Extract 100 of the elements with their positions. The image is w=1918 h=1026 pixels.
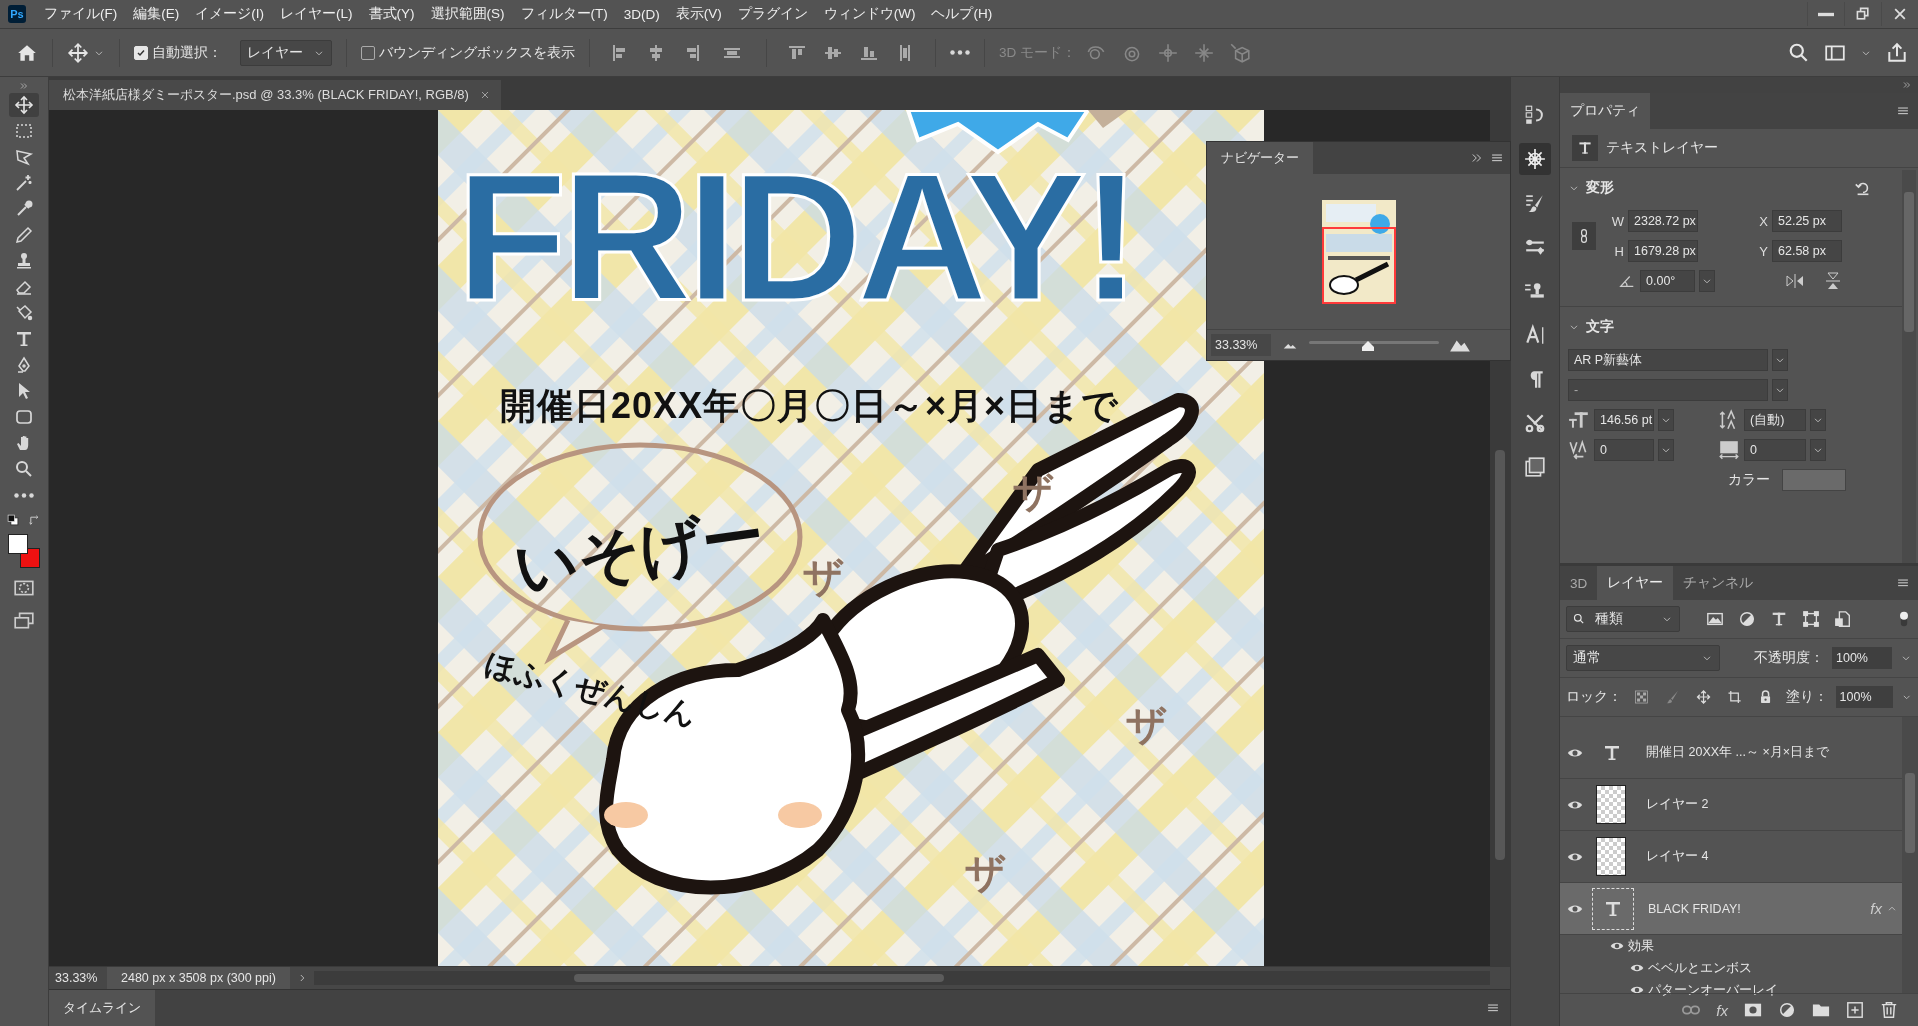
tracking-icon bbox=[1718, 439, 1740, 461]
document-tab[interactable]: 松本洋紙店様ダミーポスター.psd @ 33.3% (BLACK FRIDAY!, RGB/8) bbox=[49, 80, 501, 110]
layer-name: レイヤー 2 bbox=[1646, 796, 1709, 813]
properties-scrollbar[interactable] bbox=[1902, 170, 1916, 563]
fill-field[interactable]: 100% bbox=[1835, 686, 1893, 708]
panel-tab[interactable]: プロパティ bbox=[1560, 93, 1650, 129]
font-style-dropdown[interactable]: - bbox=[1568, 379, 1768, 401]
kerning-field[interactable]: 0 bbox=[1594, 439, 1654, 461]
leading-field[interactable]: (自動) bbox=[1744, 409, 1806, 431]
menu-item[interactable]: 表示(V) bbox=[667, 5, 730, 23]
menu-item[interactable]: イメージ(I) bbox=[187, 5, 272, 23]
default-colors-icon[interactable] bbox=[6, 513, 20, 527]
layers-scrollbar[interactable] bbox=[1902, 717, 1918, 993]
lock-icon[interactable] bbox=[1696, 689, 1712, 705]
effect-name[interactable]: ベベルとエンボス bbox=[1648, 959, 1752, 977]
new-icon[interactable] bbox=[1846, 1001, 1864, 1019]
checkmark-icon bbox=[136, 47, 146, 58]
tracking-field[interactable]: 0 bbox=[1744, 439, 1806, 461]
move-tool-button[interactable] bbox=[9, 93, 39, 117]
rounded-rectangle-icon bbox=[14, 407, 34, 427]
auto-select-checkbox[interactable] bbox=[134, 45, 148, 60]
helm-panel-button[interactable] bbox=[1519, 143, 1551, 175]
font-size-icon bbox=[1568, 409, 1590, 431]
menu-item[interactable]: 編集(E) bbox=[125, 5, 188, 23]
adjustment-icon[interactable] bbox=[1778, 1001, 1796, 1019]
lock-icon[interactable] bbox=[1727, 689, 1743, 705]
panel-tab[interactable]: レイヤー bbox=[1597, 566, 1674, 600]
layer-thumbnail bbox=[1596, 785, 1626, 824]
color-swatch[interactable] bbox=[1782, 469, 1846, 491]
layer-row[interactable]: 開催日 20XX年 ...～ ×月×日まで bbox=[1560, 727, 1902, 779]
mask-icon[interactable] bbox=[1744, 1001, 1762, 1019]
menu-item[interactable]: プラグイン bbox=[729, 5, 816, 23]
value-field[interactable]: 62.58 px bbox=[1772, 240, 1842, 262]
field-label: H bbox=[1613, 243, 1624, 259]
bucket-icon bbox=[14, 303, 34, 323]
menu-item[interactable]: 書式(Y) bbox=[360, 5, 423, 23]
panel-tab[interactable]: チャンネル bbox=[1673, 566, 1764, 600]
target-dropdown[interactable]: レイヤー bbox=[240, 39, 332, 66]
menu-item[interactable]: 選択範囲(S) bbox=[422, 5, 513, 23]
more-icon[interactable] bbox=[950, 50, 970, 55]
history-icon bbox=[1524, 104, 1546, 126]
section-title[interactable]: 文字 bbox=[1586, 318, 1614, 336]
field-label: X bbox=[1758, 213, 1768, 229]
text-icon bbox=[1577, 140, 1593, 156]
checkbox-label: バウンディングボックスを表示 bbox=[379, 43, 575, 62]
slider-thumb[interactable] bbox=[1361, 341, 1374, 351]
type-tool-icon bbox=[14, 329, 34, 349]
filter-icon[interactable] bbox=[1802, 610, 1820, 628]
filter-icon[interactable] bbox=[1834, 610, 1852, 628]
menu-item[interactable]: フィルター(T) bbox=[512, 5, 616, 23]
value-field[interactable]: 52.25 px bbox=[1772, 210, 1842, 232]
layer-filter-dropdown[interactable]: 種類 bbox=[1566, 606, 1680, 632]
color-swatches-icon[interactable] bbox=[7, 533, 41, 569]
share-icon[interactable] bbox=[1886, 41, 1908, 64]
search-icon[interactable] bbox=[1788, 41, 1810, 64]
fx-label: fx bbox=[1870, 900, 1882, 917]
layer-row[interactable]: BLACK FRIDAY! fx bbox=[1560, 883, 1902, 935]
opacity-field[interactable]: 100% bbox=[1832, 647, 1892, 669]
flip-horizontal-icon[interactable] bbox=[1785, 271, 1805, 291]
stamp-icon bbox=[14, 251, 34, 271]
trash-icon[interactable] bbox=[1880, 1001, 1898, 1019]
value-field[interactable]: 1679.28 px bbox=[1628, 240, 1698, 262]
panel-tab[interactable]: 3D bbox=[1560, 566, 1598, 600]
zoom-text: 33.33% bbox=[54, 971, 99, 985]
layer-name: 開催日 20XX年 ...～ ×月×日まで bbox=[1646, 744, 1829, 761]
close-icon bbox=[1892, 6, 1908, 22]
flip-vertical-icon[interactable] bbox=[1823, 271, 1843, 291]
menu-item[interactable]: ヘルプ(H) bbox=[923, 5, 1001, 23]
layer-row[interactable]: レイヤー 2 bbox=[1560, 779, 1902, 831]
blend-mode-dropdown[interactable]: 通常 bbox=[1566, 645, 1720, 671]
section-title[interactable]: 変形 bbox=[1586, 179, 1614, 197]
filter-icon[interactable] bbox=[1770, 610, 1788, 628]
bounding-box-checkbox[interactable] bbox=[361, 45, 375, 60]
value-field[interactable]: 2328.72 px bbox=[1628, 210, 1698, 232]
fill-label: 塗り： bbox=[1785, 688, 1828, 706]
restore-icon bbox=[1855, 6, 1871, 22]
color-label: カラー bbox=[1728, 471, 1770, 489]
font-size-field[interactable]: 146.56 pt bbox=[1594, 409, 1654, 431]
filter-icon[interactable] bbox=[1706, 610, 1724, 628]
marquee-icon bbox=[14, 121, 34, 141]
lasso-icon bbox=[14, 147, 34, 167]
caption-text: ほふくぜんしん bbox=[480, 646, 701, 734]
menu-item[interactable]: 3D(D) bbox=[615, 6, 668, 22]
angle-field[interactable]: 0.00° bbox=[1640, 270, 1695, 292]
add-style-button[interactable]: fx bbox=[1716, 1001, 1728, 1019]
panel-tab[interactable]: タイムライン bbox=[49, 990, 155, 1026]
menu-item[interactable]: ファイル(F) bbox=[36, 5, 126, 23]
collapse-icon[interactable] bbox=[1470, 151, 1484, 165]
more-icon bbox=[14, 492, 34, 498]
panel-tab[interactable]: ナビゲーター bbox=[1207, 142, 1313, 174]
filter-icon[interactable] bbox=[1738, 610, 1756, 628]
zoom-field[interactable]: 33.33% bbox=[1211, 334, 1271, 356]
menu-item[interactable]: レイヤー(L) bbox=[272, 5, 361, 23]
lock-icon[interactable] bbox=[1634, 689, 1650, 705]
menu-item[interactable]: ウィンドウ(W) bbox=[815, 5, 924, 23]
link-dimensions-button[interactable] bbox=[1572, 222, 1596, 250]
move-tool-icon[interactable] bbox=[67, 41, 89, 64]
font-dropdown[interactable]: AR P新藝体 bbox=[1568, 349, 1768, 371]
sound-effect-text: ザ bbox=[1126, 702, 1167, 749]
horizontal-scrollbar[interactable] bbox=[313, 971, 1490, 985]
